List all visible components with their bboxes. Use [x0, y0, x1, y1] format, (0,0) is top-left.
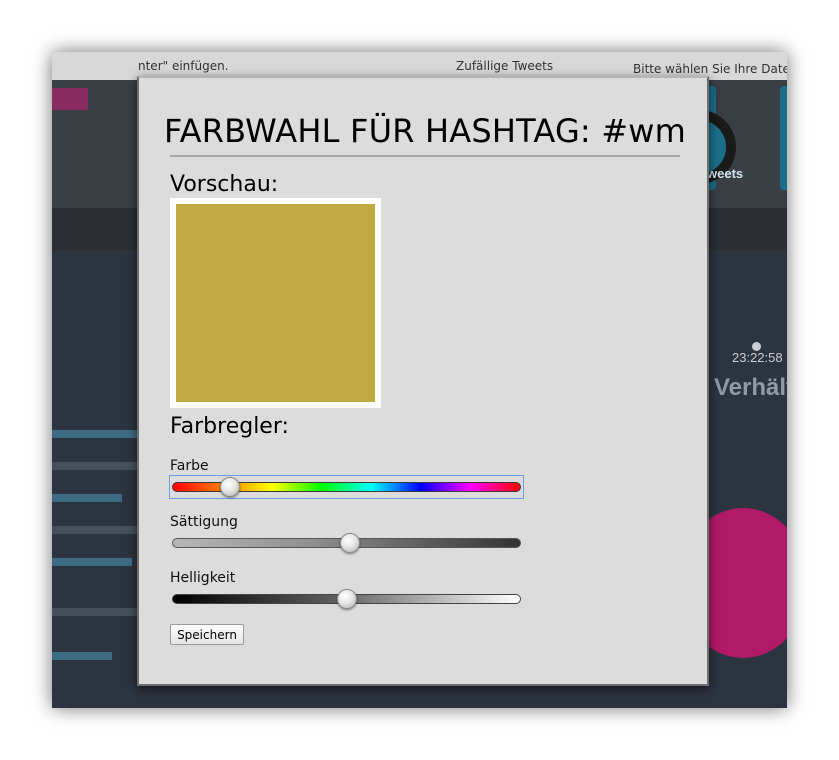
save-button[interactable]: Speichern — [170, 624, 244, 645]
saturation-slider[interactable] — [170, 532, 523, 554]
hue-slider[interactable] — [169, 475, 524, 499]
color-preview — [170, 198, 381, 408]
hue-slider-handle[interactable] — [220, 477, 240, 497]
preview-heading: Vorschau: — [170, 172, 279, 197]
background-toolbar-text: nter" einfügen. — [138, 59, 229, 73]
brightness-slider[interactable] — [170, 588, 523, 610]
hue-slider-label: Farbe — [170, 458, 209, 474]
background-tile — [780, 86, 787, 190]
color-picker-dialog: FARBWAHL FÜR HASHTAG: #wm Vorschau: Farb… — [137, 76, 709, 686]
background-blur-row — [52, 558, 132, 566]
background-tile-label: weets — [707, 166, 744, 181]
background-heading: Verhält — [714, 374, 787, 401]
background-blur-row — [52, 430, 138, 438]
background-random-tweets-button: Zufällige Tweets — [456, 59, 554, 73]
background-blur-row — [52, 462, 138, 470]
saturation-slider-label: Sättigung — [170, 514, 238, 530]
title-divider — [170, 155, 680, 157]
brightness-slider-handle[interactable] — [337, 589, 357, 609]
saturation-slider-handle[interactable] — [340, 533, 360, 553]
color-preview-swatch — [176, 204, 375, 402]
background-blur-row — [52, 652, 112, 660]
dialog-title: FARBWAHL FÜR HASHTAG: #wm — [163, 112, 687, 150]
background-blur-row — [52, 608, 138, 616]
background-timestamp: 23:22:58 — [732, 350, 783, 365]
background-blur-row — [52, 494, 122, 502]
sliders-heading: Farbregler: — [170, 414, 289, 439]
background-date-hint: Bitte wählen Sie Ihre Date — [633, 62, 787, 76]
brightness-slider-label: Helligkeit — [170, 570, 236, 586]
background-blur-row — [52, 526, 138, 534]
background-accent — [52, 88, 88, 110]
